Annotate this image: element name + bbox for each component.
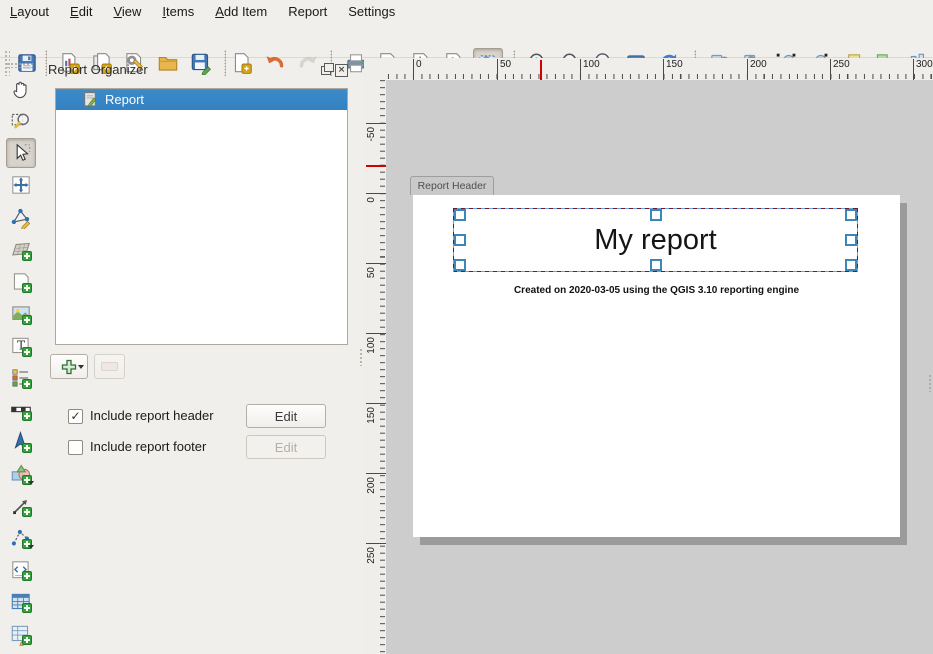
layout-canvas-area: 0 50 100 150 200 250 bbox=[364, 58, 933, 654]
add-fixed-table-button[interactable] bbox=[6, 619, 36, 649]
report-organizer-panel: Report Organizer × Report bbox=[44, 58, 358, 654]
add-badge-icon bbox=[22, 635, 32, 645]
dropdown-caret-icon bbox=[28, 545, 34, 549]
report-footer-option-row: Include report footer Edit bbox=[44, 435, 358, 460]
menu-item-label: Edit bbox=[70, 4, 92, 19]
edit-nodes-icon bbox=[9, 205, 33, 229]
vertical-ruler-position-marker bbox=[366, 165, 386, 167]
add-shape-button[interactable] bbox=[6, 459, 36, 489]
menu-item[interactable]: View bbox=[105, 2, 149, 21]
remove-icon bbox=[101, 362, 118, 371]
menu-item-label: Items bbox=[162, 4, 194, 19]
zoom-region-icon bbox=[9, 109, 33, 133]
zoom-tool-button[interactable] bbox=[6, 106, 36, 136]
add-badge-icon bbox=[22, 571, 32, 581]
add-badge-icon bbox=[22, 603, 32, 613]
menu-item[interactable]: Items bbox=[154, 2, 202, 21]
remove-section-button bbox=[94, 354, 125, 379]
report-page[interactable]: My report Created on 2020-03-05 using th… bbox=[413, 195, 900, 537]
add-legend-button[interactable] bbox=[6, 363, 36, 393]
edit-footer-button: Edit bbox=[246, 435, 326, 459]
edge-grip[interactable] bbox=[928, 374, 932, 392]
vertical-ruler[interactable]: -50 0 50 100 150 200 bbox=[364, 80, 386, 654]
add-badge-icon bbox=[22, 283, 32, 293]
include-report-footer-label[interactable]: Include report footer bbox=[90, 439, 206, 454]
menu-item-label: View bbox=[113, 4, 141, 19]
resize-handle-bottom-middle[interactable] bbox=[650, 259, 662, 271]
add-scalebar-button[interactable] bbox=[6, 395, 36, 425]
report-subtitle-text: Created on 2020-03-05 using the QGIS 3.1… bbox=[413, 285, 900, 296]
horizontal-ruler[interactable]: 0 50 100 150 200 250 bbox=[386, 58, 933, 80]
add-badge-icon bbox=[22, 315, 32, 325]
add-badge-icon bbox=[22, 379, 32, 389]
menu-item-label: Add Item bbox=[215, 4, 267, 19]
close-icon: × bbox=[335, 64, 348, 77]
add-north-arrow-button[interactable] bbox=[6, 427, 36, 457]
include-report-header-checkbox[interactable]: ✓ bbox=[68, 409, 83, 424]
horizontal-ruler-ticks bbox=[386, 74, 933, 79]
include-report-footer-checkbox[interactable] bbox=[68, 440, 83, 455]
edit-nodes-tool-button[interactable] bbox=[6, 202, 36, 232]
include-report-header-label[interactable]: Include report header bbox=[90, 408, 214, 423]
edit-header-button[interactable]: Edit bbox=[246, 404, 326, 428]
menu-item-label: Layout bbox=[10, 4, 49, 19]
add-section-button[interactable] bbox=[50, 354, 88, 379]
dropdown-caret-icon bbox=[28, 481, 34, 485]
main-toolbar: ✱ A bbox=[0, 22, 933, 58]
menu-item-label: Report bbox=[288, 4, 327, 19]
resize-handle-bottom-left[interactable] bbox=[454, 259, 466, 271]
menu-item[interactable]: Add Item bbox=[207, 2, 275, 21]
move-content-tool-button[interactable] bbox=[6, 170, 36, 200]
layout-canvas[interactable]: Report Header My report C bbox=[386, 80, 933, 654]
report-header-option-row: ✓ Include report header Edit bbox=[44, 404, 358, 429]
menu-item[interactable]: Report bbox=[280, 2, 335, 21]
menu-item[interactable]: Settings bbox=[340, 2, 403, 21]
add-badge-icon bbox=[22, 251, 32, 261]
report-tree[interactable]: Report bbox=[55, 88, 348, 345]
add-attribute-table-button[interactable] bbox=[6, 587, 36, 617]
menu-item[interactable]: Layout bbox=[2, 2, 57, 21]
layout-tools-toolbar: T bbox=[0, 58, 44, 654]
panel-close-button[interactable]: × bbox=[335, 64, 348, 77]
menu-bar: Layout Edit View Items Add Item Report bbox=[0, 0, 933, 22]
resize-handle-top-middle[interactable] bbox=[650, 209, 662, 221]
add-badge-icon bbox=[22, 347, 32, 357]
resize-handle-bottom-right[interactable] bbox=[845, 259, 857, 271]
menu-item[interactable]: Edit bbox=[62, 2, 100, 21]
add-html-button[interactable] bbox=[6, 555, 36, 585]
add-label-button[interactable]: T bbox=[6, 331, 36, 361]
qgis-report-designer-window: Layout Edit View Items Add Item Report bbox=[0, 0, 933, 654]
select-cursor-icon bbox=[9, 141, 33, 165]
tree-item-label: Report bbox=[105, 92, 144, 107]
add-badge-icon bbox=[22, 507, 32, 517]
add-badge-icon bbox=[22, 411, 32, 421]
toolbar-drag-handle[interactable] bbox=[6, 62, 34, 68]
add-node-item-button[interactable] bbox=[6, 523, 36, 553]
float-icon bbox=[321, 66, 331, 75]
move-content-icon bbox=[9, 173, 33, 197]
pan-tool-button[interactable] bbox=[6, 74, 36, 104]
resize-handle-top-left[interactable] bbox=[454, 209, 466, 221]
resize-handle-middle-right[interactable] bbox=[845, 234, 857, 246]
panel-float-button[interactable] bbox=[319, 64, 332, 77]
add-badge-icon bbox=[22, 443, 32, 453]
pan-hand-icon bbox=[9, 77, 33, 101]
add-map-button[interactable] bbox=[6, 235, 36, 265]
report-item-icon bbox=[83, 91, 98, 108]
add-arrow-button[interactable] bbox=[6, 491, 36, 521]
tree-item-report[interactable]: Report bbox=[56, 89, 347, 110]
add-picture-button[interactable] bbox=[6, 299, 36, 329]
horizontal-ruler-position-marker bbox=[540, 60, 542, 80]
panel-title: Report Organizer bbox=[48, 62, 148, 77]
select-move-item-tool-button[interactable] bbox=[6, 138, 36, 168]
menu-item-label: Settings bbox=[348, 4, 395, 19]
splitter-grip[interactable] bbox=[359, 348, 363, 366]
report-header-section-tab: Report Header bbox=[410, 176, 494, 195]
resize-handle-top-right[interactable] bbox=[845, 209, 857, 221]
selected-title-label-item[interactable]: My report bbox=[453, 208, 858, 272]
add-section-icon bbox=[60, 358, 78, 376]
add-3d-map-button[interactable] bbox=[6, 267, 36, 297]
dropdown-caret-icon bbox=[78, 365, 84, 369]
resize-handle-middle-left[interactable] bbox=[454, 234, 466, 246]
